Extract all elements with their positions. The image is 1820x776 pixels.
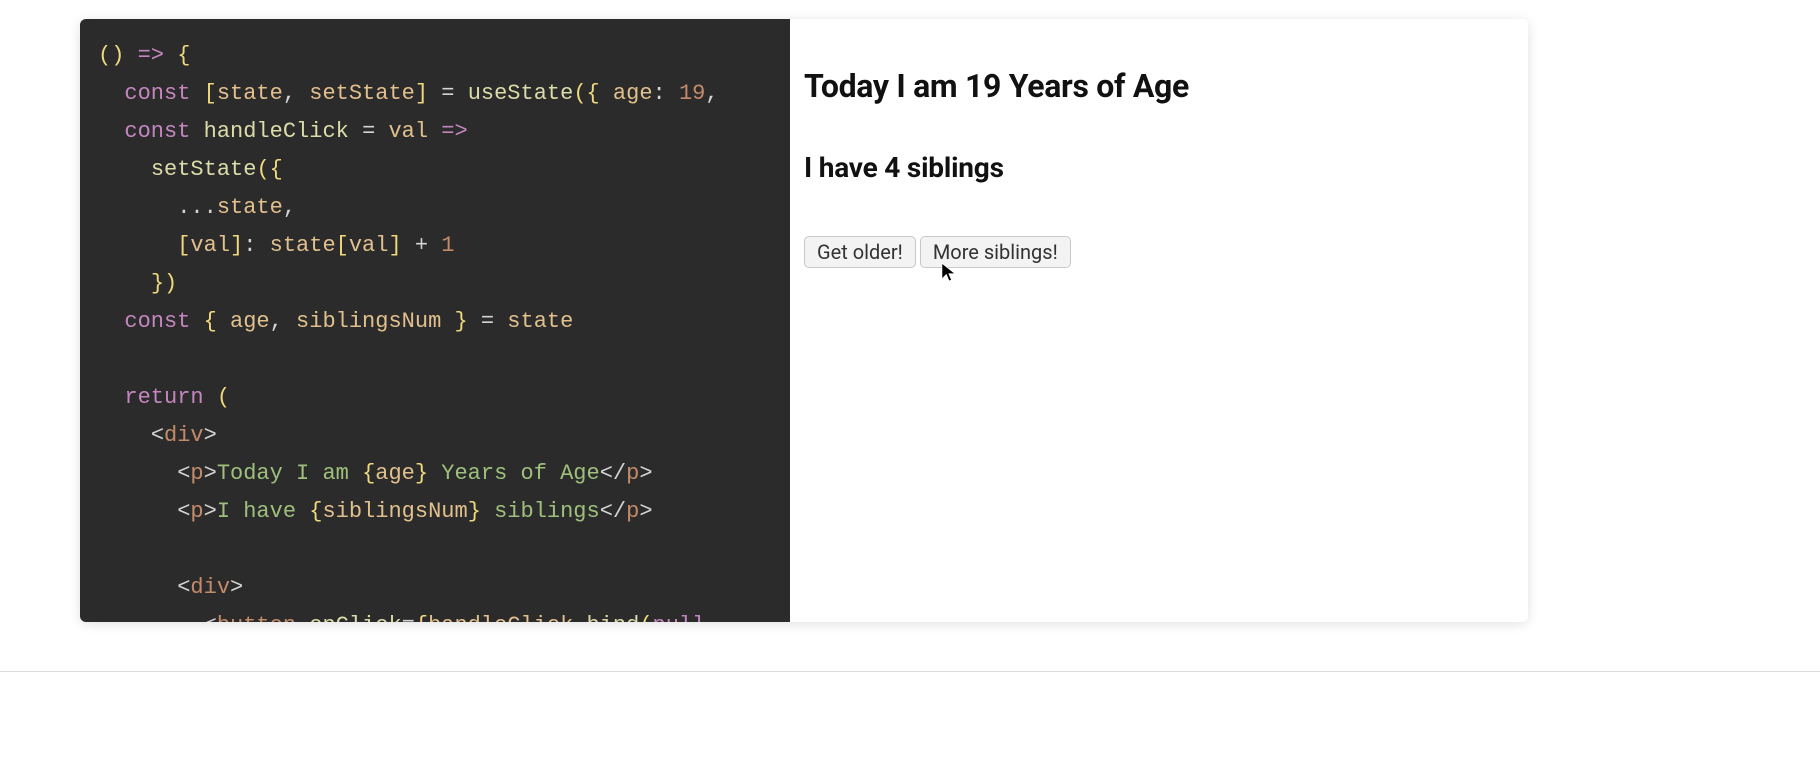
- preview-pane: Today I am 19 Years of Age I have 4 sibl…: [790, 19, 1528, 622]
- age-text: Today I am 19 Years of Age: [804, 67, 1514, 105]
- button-row: Get older! More siblings!: [804, 236, 1514, 268]
- siblings-text: I have 4 siblings: [804, 151, 1514, 184]
- divider: [0, 671, 1820, 672]
- get-older-button[interactable]: Get older!: [804, 236, 916, 268]
- playground-container: () => { const [state, setState] = useSta…: [80, 19, 1528, 622]
- more-siblings-button[interactable]: More siblings!: [920, 236, 1071, 268]
- code-editor[interactable]: () => { const [state, setState] = useSta…: [80, 19, 790, 622]
